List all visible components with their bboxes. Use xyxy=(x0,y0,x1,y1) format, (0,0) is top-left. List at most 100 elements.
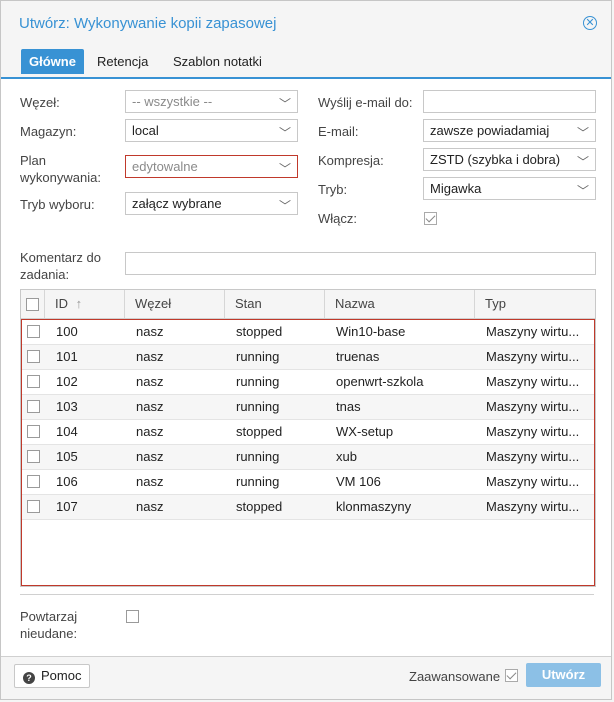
table-row[interactable]: 100 nasz stopped Win10-base Maszyny wirtu... xyxy=(22,320,594,345)
cell-node: nasz xyxy=(136,499,164,514)
selection-mode-select[interactable]: załącz wybrane ﹀ xyxy=(125,192,298,215)
tab-notes-template[interactable]: Szablon notatki xyxy=(165,49,270,74)
close-icon[interactable]: ✕ xyxy=(583,16,597,30)
select-all-checkbox[interactable] xyxy=(26,298,39,311)
advanced-checkbox[interactable] xyxy=(505,669,518,682)
cell-name: Win10-base xyxy=(336,324,406,339)
cell-name: tnas xyxy=(336,399,361,414)
cell-type: Maszyny wirtu... xyxy=(486,424,580,439)
mode-label: Tryb: xyxy=(318,182,348,197)
enable-checkbox[interactable] xyxy=(424,212,437,225)
table-row[interactable]: 106 nasz running VM 106 Maszyny wirtu... xyxy=(22,470,594,495)
row-checkbox[interactable] xyxy=(27,350,40,363)
chevron-down-icon: ﹀ xyxy=(576,184,589,198)
cell-id: 106 xyxy=(56,474,78,489)
backup-job-dialog: Utwórz: Wykonywanie kopii zapasowej ✕ Gł… xyxy=(0,0,612,700)
row-checkbox[interactable] xyxy=(27,425,40,438)
repeat-missed-label: Powtarzaj nieudane: xyxy=(20,609,78,641)
chevron-down-icon: ﹀ xyxy=(278,162,291,176)
compression-select[interactable]: ZSTD (szybka i dobra) ﹀ xyxy=(423,148,596,171)
table-row[interactable]: 104 nasz stopped WX-setup Maszyny wirtu... xyxy=(22,420,594,445)
cell-type: Maszyny wirtu... xyxy=(486,324,580,339)
repeat-missed-checkbox[interactable] xyxy=(126,610,139,623)
table-row[interactable]: 102 nasz running openwrt-szkola Maszyny wirt… xyxy=(22,370,594,395)
column-header-id-label: ID xyxy=(55,296,68,311)
cell-id: 107 xyxy=(56,499,78,514)
help-button[interactable]: ? Pomoc xyxy=(14,664,91,688)
cell-node: nasz xyxy=(136,449,164,464)
cell-type: Maszyny wirtu... xyxy=(486,499,580,514)
cell-node: nasz xyxy=(136,374,164,389)
cell-status: stopped xyxy=(236,324,283,339)
schedule-combo[interactable]: edytowalne ﹀ xyxy=(125,155,298,178)
dialog-title: Utwórz: Wykonywanie kopii zapasowej xyxy=(19,15,277,32)
column-header-node[interactable]: Węzeł xyxy=(125,290,225,318)
advanced-label: Zaawansowane xyxy=(409,669,501,684)
question-circle-icon: ? xyxy=(23,672,35,684)
select-all-cell xyxy=(21,290,45,318)
cell-status: running xyxy=(236,399,280,414)
chevron-down-icon: ﹀ xyxy=(576,155,589,169)
arrow-up-icon: ↑ xyxy=(75,296,83,311)
storage-select[interactable]: local ﹀ xyxy=(125,119,298,142)
row-checkbox[interactable] xyxy=(27,475,40,488)
node-value: -- wszystkie -- xyxy=(132,94,213,109)
cell-type: Maszyny wirtu... xyxy=(486,374,580,389)
cell-node: nasz xyxy=(136,349,164,364)
node-select[interactable]: -- wszystkie -- ﹀ xyxy=(125,90,298,113)
table-row[interactable]: 101 nasz running truenas Maszyny wirtu... xyxy=(22,345,594,370)
email-notify-value: zawsze powiadamiaj xyxy=(430,123,550,138)
help-button-label: Pomoc xyxy=(41,668,82,683)
grid-body: 100 nasz stopped Win10-base Maszyny wirtu...… xyxy=(21,319,595,586)
tab-bar: Główne Retencja Szablon notatki xyxy=(1,45,611,79)
cell-name: VM 106 xyxy=(336,474,381,489)
row-checkbox[interactable] xyxy=(27,450,40,463)
cell-name: truenas xyxy=(336,349,380,364)
cell-status: running xyxy=(236,374,280,389)
cell-id: 100 xyxy=(56,324,78,339)
cell-status: stopped xyxy=(236,499,283,514)
mode-select[interactable]: Migawka ﹀ xyxy=(423,177,596,200)
cell-id: 103 xyxy=(56,399,78,414)
cell-id: 105 xyxy=(56,449,78,464)
comment-label: Komentarz do zadania: xyxy=(20,250,101,282)
cell-node: nasz xyxy=(136,324,164,339)
tab-general[interactable]: Główne xyxy=(21,49,84,74)
table-row[interactable]: 107 nasz stopped klonmaszyny Maszyny wirtu..… xyxy=(22,495,594,520)
chevron-down-icon: ﹀ xyxy=(278,199,291,213)
row-checkbox[interactable] xyxy=(27,500,40,513)
column-header-name[interactable]: Nazwa xyxy=(325,290,475,318)
cell-node: nasz xyxy=(136,474,164,489)
comment-input[interactable] xyxy=(125,252,596,275)
chevron-down-icon: ﹀ xyxy=(278,97,291,111)
column-header-status[interactable]: Stan xyxy=(225,290,325,318)
table-row[interactable]: 103 nasz running tnas Maszyny wirtu... xyxy=(22,395,594,420)
cell-id: 104 xyxy=(56,424,78,439)
column-header-type[interactable]: Typ xyxy=(475,290,595,318)
email-label: E-mail: xyxy=(318,124,359,139)
tab-retention[interactable]: Retencja xyxy=(89,49,156,74)
email-notify-select[interactable]: zawsze powiadamiaj ﹀ xyxy=(423,119,596,142)
cell-type: Maszyny wirtu... xyxy=(486,349,580,364)
cell-status: stopped xyxy=(236,424,283,439)
guest-grid: ID ↑ Węzeł Stan Nazwa Typ 100 nasz stopped… xyxy=(20,289,596,587)
send-email-input[interactable] xyxy=(423,90,596,113)
column-header-id[interactable]: ID ↑ xyxy=(45,290,125,318)
cell-type: Maszyny wirtu... xyxy=(486,399,580,414)
row-checkbox[interactable] xyxy=(27,375,40,388)
create-button[interactable]: Utwórz xyxy=(526,663,601,687)
enable-label: Włącz: xyxy=(318,211,357,226)
table-row[interactable]: 105 nasz running xub Maszyny wirtu... xyxy=(22,445,594,470)
storage-value: local xyxy=(132,123,159,138)
schedule-value: edytowalne xyxy=(132,159,198,174)
row-checkbox[interactable] xyxy=(27,400,40,413)
selection-mode-label: Tryb wyboru: xyxy=(20,197,95,212)
selection-mode-value: załącz wybrane xyxy=(132,196,222,211)
compression-label: Kompresja: xyxy=(318,153,384,168)
chevron-down-icon: ﹀ xyxy=(576,126,589,140)
cell-type: Maszyny wirtu... xyxy=(486,449,580,464)
chevron-down-icon: ﹀ xyxy=(278,126,291,140)
row-checkbox[interactable] xyxy=(27,325,40,338)
grid-header: ID ↑ Węzeł Stan Nazwa Typ xyxy=(21,290,595,319)
cell-name: klonmaszyny xyxy=(336,499,412,514)
